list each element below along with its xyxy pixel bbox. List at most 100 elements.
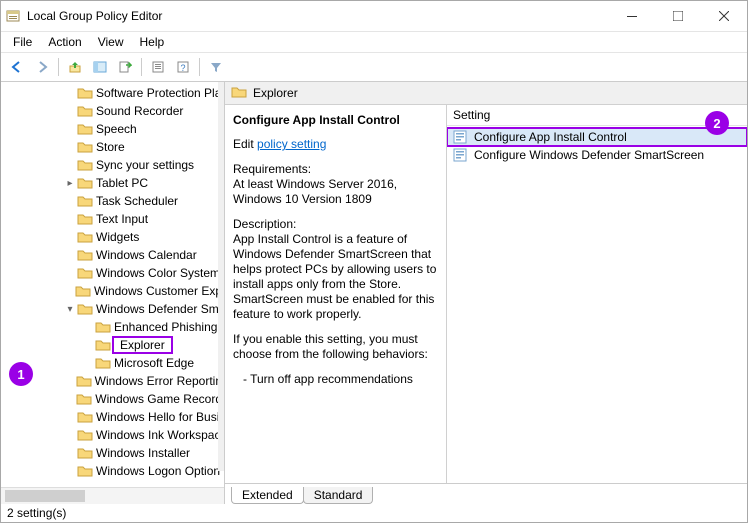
- maximize-button[interactable]: [655, 1, 701, 31]
- folder-icon: [76, 374, 92, 388]
- tree-item-label: Windows Calendar: [96, 248, 197, 262]
- tree-item[interactable]: Explorer: [1, 336, 224, 354]
- description-body: App Install Control is a feature of Wind…: [233, 232, 438, 322]
- tree-item-label: Microsoft Edge: [114, 356, 194, 370]
- titlebar: Local Group Policy Editor: [1, 1, 747, 32]
- description-heading: Description:: [233, 217, 438, 232]
- settings-list: Configure App Install Control Configure W…: [447, 126, 747, 483]
- export-list-button[interactable]: [113, 55, 137, 79]
- settings-list-column: Setting Configure App Install ControlCon…: [447, 105, 747, 483]
- tree-pane: Software Protection Pla Sound RecorderSpe…: [1, 82, 225, 504]
- window-title: Local Group Policy Editor: [27, 9, 609, 23]
- status-bar: 2 setting(s): [1, 504, 747, 522]
- folder-icon: [77, 464, 93, 478]
- tree-item-label: Windows Game Record: [95, 392, 222, 406]
- menu-action[interactable]: Action: [40, 33, 89, 51]
- properties-button[interactable]: [146, 55, 170, 79]
- folder-icon: [231, 85, 247, 102]
- tree-item[interactable]: Windows Customer Exp: [1, 282, 224, 300]
- tree-item[interactable]: Task Scheduler: [1, 192, 224, 210]
- edit-link-line: Edit policy setting: [233, 137, 438, 152]
- folder-icon: [95, 338, 111, 352]
- tree-item[interactable]: Sound Recorder: [1, 102, 224, 120]
- tree-item[interactable]: ▾Windows Defender Sm: [1, 300, 224, 318]
- tree-item[interactable]: ▸ Tablet PC: [1, 174, 224, 192]
- edit-policy-link[interactable]: policy setting: [257, 137, 326, 151]
- show-hide-tree-button[interactable]: [88, 55, 112, 79]
- filter-button[interactable]: [204, 55, 228, 79]
- tree-item-label: Sync your settings: [96, 158, 194, 172]
- folder-icon: [77, 122, 93, 136]
- tree-item[interactable]: Windows Error Reportin: [1, 372, 224, 390]
- minimize-button[interactable]: [609, 1, 655, 31]
- tree-item-label: Windows Error Reportin: [95, 374, 222, 388]
- tree-item[interactable]: Text Input: [1, 210, 224, 228]
- tree-item-label: Windows Logon Option: [96, 464, 220, 478]
- tree-item[interactable]: Store: [1, 138, 224, 156]
- settings-list-item[interactable]: Configure Windows Defender SmartScreen: [447, 146, 747, 164]
- tree-item[interactable]: Speech: [1, 120, 224, 138]
- svg-text:?: ?: [180, 63, 185, 73]
- tree-item[interactable]: Windows Ink Workspac: [1, 426, 224, 444]
- folder-icon: [77, 104, 93, 118]
- view-tabs: Extended Standard: [225, 484, 747, 504]
- tree-item-label: Windows Installer: [96, 446, 190, 460]
- menu-file[interactable]: File: [5, 33, 40, 51]
- console-body: Explorer Configure App Install Control E…: [225, 82, 747, 484]
- tree-item[interactable]: Widgets: [1, 228, 224, 246]
- horizontal-scrollbar[interactable]: [1, 487, 224, 504]
- expand-icon[interactable]: ▸: [63, 178, 77, 189]
- settings-column-header[interactable]: Setting: [447, 105, 747, 126]
- toolbar: ?: [1, 53, 747, 82]
- collapse-icon[interactable]: ▾: [63, 304, 77, 315]
- tree-item-label: Store: [96, 140, 125, 154]
- folder-icon: [77, 176, 93, 190]
- settings-list-item[interactable]: Configure App Install Control: [447, 128, 747, 146]
- folder-icon: [77, 140, 93, 154]
- folder-icon: [77, 410, 93, 424]
- toolbar-separator: [58, 58, 59, 76]
- folder-icon: [77, 302, 93, 316]
- tree-item[interactable]: Windows Installer: [1, 444, 224, 462]
- tab-extended[interactable]: Extended: [231, 487, 304, 504]
- tree-item[interactable]: Windows Logon Option: [1, 462, 224, 480]
- tree-item-label: Software Protection Pla: [96, 86, 221, 100]
- tree-item-label: Tablet PC: [96, 176, 148, 190]
- tree-item[interactable]: Microsoft Edge: [1, 354, 224, 372]
- menu-help[interactable]: Help: [132, 33, 173, 51]
- tree-item-label: Windows Hello for Busi: [96, 410, 219, 424]
- tree-item-label: Windows Customer Exp: [94, 284, 222, 298]
- folder-icon: [77, 266, 93, 280]
- results-header: Explorer: [225, 82, 747, 105]
- requirements-body: At least Windows Server 2016, Windows 10…: [233, 177, 438, 207]
- tree-item[interactable]: Windows Color System: [1, 264, 224, 282]
- settings-item-label: Configure App Install Control: [474, 130, 627, 144]
- forward-button[interactable]: [30, 55, 54, 79]
- folder-icon: [95, 320, 111, 334]
- back-button[interactable]: [5, 55, 29, 79]
- tree-item[interactable]: Software Protection Pla: [1, 84, 224, 102]
- folder-icon: [77, 212, 93, 226]
- up-one-level-button[interactable]: [63, 55, 87, 79]
- scrollbar-thumb[interactable]: [5, 490, 85, 502]
- result-pane: Explorer Configure App Install Control E…: [225, 82, 747, 504]
- folder-icon: [77, 194, 93, 208]
- extended-columns: Configure App Install Control Edit polic…: [225, 105, 747, 483]
- help-button[interactable]: ?: [171, 55, 195, 79]
- tree-item[interactable]: Windows Game Record: [1, 390, 224, 408]
- tree-scroll[interactable]: Software Protection Pla Sound RecorderSpe…: [1, 82, 224, 487]
- tree-item[interactable]: Enhanced Phishing: [1, 318, 224, 336]
- description-column: Configure App Install Control Edit polic…: [225, 105, 447, 483]
- folder-icon: [77, 428, 93, 442]
- menu-view[interactable]: View: [90, 33, 132, 51]
- description-body2: If you enable this setting, you must cho…: [233, 332, 438, 362]
- tab-standard[interactable]: Standard: [303, 487, 374, 504]
- tree: Software Protection Pla Sound RecorderSpe…: [1, 82, 224, 482]
- tree-item[interactable]: Sync your settings: [1, 156, 224, 174]
- results-header-label: Explorer: [253, 86, 298, 100]
- tree-item[interactable]: Windows Calendar: [1, 246, 224, 264]
- folder-icon: [77, 86, 93, 100]
- close-button[interactable]: [701, 1, 747, 31]
- vertical-scrollbar[interactable]: [218, 82, 224, 471]
- tree-item[interactable]: Windows Hello for Busi: [1, 408, 224, 426]
